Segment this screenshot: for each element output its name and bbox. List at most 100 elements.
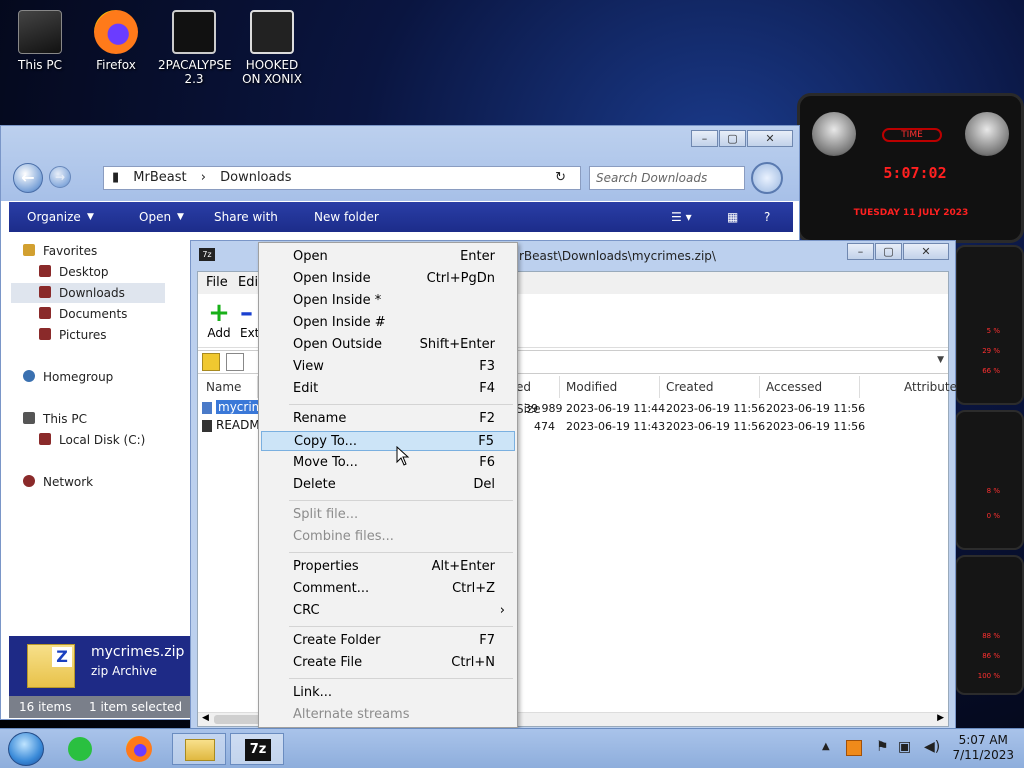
menu-item-open[interactable]: Open Enter bbox=[261, 247, 515, 267]
maximize-button[interactable]: ▢ bbox=[719, 130, 746, 147]
system-clock[interactable]: 5:07 AM 7/11/2023 bbox=[952, 733, 1014, 763]
nav-this-pc[interactable]: This PC bbox=[23, 409, 87, 429]
alien-clock-widget: TIME 5:07:02 TUESDAY 11 JULY 2023 bbox=[797, 93, 1024, 243]
scroll-left-icon[interactable]: ◀ bbox=[202, 713, 209, 723]
menu-separator bbox=[289, 626, 513, 627]
readout: 5 % bbox=[986, 327, 1000, 335]
nav-homegroup[interactable]: Homegroup bbox=[23, 367, 113, 387]
taskbar: 7z ▲ ⚑ ▣ ◀) 5:07 AM 7/11/2023 bbox=[0, 728, 1024, 768]
close-button[interactable]: ✕ bbox=[903, 243, 949, 260]
desktop-icon-firefox[interactable]: Firefox bbox=[80, 10, 152, 72]
column-name[interactable]: Name bbox=[200, 376, 258, 398]
widget-date: TUESDAY 11 JULY 2023 bbox=[853, 208, 969, 218]
taskbar-firefox[interactable] bbox=[114, 733, 168, 765]
action-center-flag-icon[interactable]: ⚑ bbox=[876, 739, 889, 755]
menu-item-copy-to[interactable]: Copy To... F5 bbox=[261, 431, 515, 451]
menu-item-comment[interactable]: Comment... Ctrl+Z bbox=[261, 579, 515, 599]
menu-item-move-to[interactable]: Move To... F6 bbox=[261, 453, 515, 473]
minimize-button[interactable]: – bbox=[691, 130, 718, 147]
details-filetype: zip Archive bbox=[91, 664, 157, 678]
desktop-icon-xonix[interactable]: HOOKED ON XONIX bbox=[236, 10, 308, 86]
file-accessed: 2023-06-19 11:56 bbox=[766, 420, 866, 433]
file-created: 2023-06-19 11:56 bbox=[666, 420, 766, 433]
forward-button[interactable]: → bbox=[49, 166, 71, 188]
column-attributes[interactable]: Attribute bbox=[898, 376, 957, 398]
menu-item-crc[interactable]: CRC › bbox=[261, 601, 515, 621]
desktop-icon-this-pc[interactable]: This PC bbox=[4, 10, 76, 72]
nav-local-disk[interactable]: Local Disk (C:) bbox=[39, 430, 145, 450]
nav-pictures[interactable]: Pictures bbox=[39, 325, 107, 345]
item-count: 16 items bbox=[19, 700, 72, 714]
menu-item-link[interactable]: Link... bbox=[261, 683, 515, 703]
desktop-icon-2pacalypse[interactable]: 2PACALYPSE 2.3 bbox=[158, 10, 232, 86]
add-button[interactable]: + Add bbox=[204, 300, 234, 340]
scroll-right-icon[interactable]: ▶ bbox=[937, 713, 944, 723]
volume-icon[interactable]: ◀) bbox=[924, 739, 940, 755]
menu-item-split-file: Split file... bbox=[293, 507, 359, 522]
new-folder-button[interactable]: New folder bbox=[314, 210, 379, 224]
search-input[interactable]: Search Downloads bbox=[589, 166, 745, 190]
network-status-icon[interactable]: ▣ bbox=[898, 739, 911, 755]
menu-edit[interactable]: Edi bbox=[238, 272, 258, 294]
address-bar[interactable]: ▮ MrBeast › Downloads ↻ bbox=[103, 166, 581, 190]
computer-icon bbox=[23, 412, 35, 424]
menu-separator bbox=[289, 552, 513, 553]
refresh-icon[interactable]: ↻ bbox=[555, 167, 566, 189]
menu-item-edit[interactable]: Edit F4 bbox=[261, 379, 515, 399]
scroll-thumb[interactable] bbox=[214, 715, 264, 724]
chevron-down-icon[interactable]: ▼ bbox=[937, 355, 944, 365]
taskbar-7zip[interactable]: 7z bbox=[230, 733, 284, 765]
firefox-icon bbox=[94, 10, 138, 54]
breadcrumb-item[interactable]: Downloads bbox=[220, 170, 291, 185]
menu-file[interactable]: File bbox=[206, 272, 228, 294]
up-folder-icon[interactable] bbox=[202, 353, 220, 371]
tray-app-icon[interactable] bbox=[846, 740, 862, 756]
column-accessed[interactable]: Accessed bbox=[760, 376, 860, 398]
menu-item-create-folder[interactable]: Create Folder F7 bbox=[261, 631, 515, 651]
desktop-icon-label: 2PACALYPSE 2.3 bbox=[158, 58, 232, 86]
system-monitor-panel: 8 % 0 % bbox=[955, 410, 1024, 550]
breadcrumb-item[interactable]: MrBeast bbox=[133, 170, 186, 185]
menu-item-rename[interactable]: Rename F2 bbox=[261, 409, 515, 429]
nav-downloads[interactable]: Downloads bbox=[11, 283, 165, 303]
menu-item-create-file[interactable]: Create File Ctrl+N bbox=[261, 653, 515, 673]
menu-item-open-inside-hash[interactable]: Open Inside # bbox=[261, 313, 515, 333]
help-icon[interactable]: ? bbox=[764, 210, 770, 224]
explorer-titlebar: – ▢ ✕ ← → ▮ MrBeast › Downloads ↻ Search… bbox=[1, 126, 799, 201]
organize-button[interactable]: Organize bbox=[27, 210, 81, 224]
mouse-cursor-icon bbox=[396, 446, 410, 466]
show-hidden-icons[interactable]: ▲ bbox=[822, 741, 830, 752]
clock-date: 7/11/2023 bbox=[952, 748, 1014, 762]
file-created: 2023-06-19 11:56 bbox=[666, 402, 766, 415]
column-created[interactable]: Created bbox=[660, 376, 760, 398]
nav-desktop[interactable]: Desktop bbox=[39, 262, 109, 282]
time-label: TIME bbox=[882, 128, 942, 142]
start-button[interactable] bbox=[8, 732, 44, 766]
minimize-button[interactable]: – bbox=[847, 243, 874, 260]
taskbar-explorer[interactable] bbox=[172, 733, 226, 765]
nav-favorites[interactable]: Favorites bbox=[23, 241, 97, 261]
nav-documents[interactable]: Documents bbox=[39, 304, 127, 324]
taskbar-app-green[interactable] bbox=[58, 733, 112, 765]
back-button[interactable]: ← bbox=[13, 163, 43, 193]
zip-file-icon: Z bbox=[27, 644, 75, 688]
menu-item-open-inside-star[interactable]: Open Inside * bbox=[261, 291, 515, 311]
share-with-button[interactable]: Share with bbox=[214, 210, 278, 224]
view-options-icon[interactable]: ☰ ▾ bbox=[671, 210, 692, 224]
selection-count: 1 item selected bbox=[89, 700, 183, 714]
column-modified[interactable]: Modified bbox=[560, 376, 660, 398]
close-button[interactable]: ✕ bbox=[747, 130, 793, 147]
maximize-button[interactable]: ▢ bbox=[875, 243, 902, 260]
desktop-folder-icon bbox=[39, 265, 51, 277]
archive-icon bbox=[226, 353, 244, 371]
open-button[interactable]: Open bbox=[139, 210, 171, 224]
menu-item-view[interactable]: View F3 bbox=[261, 357, 515, 377]
preview-pane-icon[interactable]: ▦ bbox=[727, 210, 738, 224]
menu-item-delete[interactable]: Delete Del bbox=[261, 475, 515, 495]
menu-item-properties[interactable]: Properties Alt+Enter bbox=[261, 557, 515, 577]
menu-item-open-inside[interactable]: Open Inside Ctrl+PgDn bbox=[261, 269, 515, 289]
search-icon[interactable] bbox=[751, 162, 783, 194]
nav-network[interactable]: Network bbox=[23, 472, 93, 492]
clock-time: 5:07 AM bbox=[958, 733, 1008, 747]
menu-item-open-outside[interactable]: Open Outside Shift+Enter bbox=[261, 335, 515, 355]
